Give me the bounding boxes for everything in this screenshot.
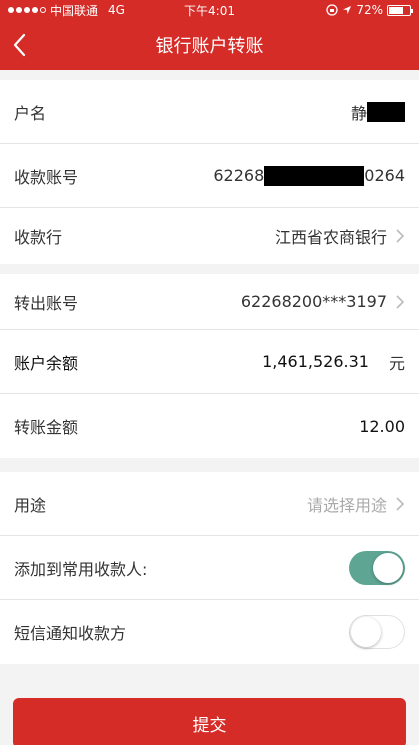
add-contact-toggle[interactable]: [349, 550, 405, 585]
network-label: 4G: [108, 3, 125, 17]
account-name-text: 静: [350, 103, 367, 123]
account-name-row: 户名 静: [0, 80, 419, 144]
battery-percent: 72%: [356, 3, 383, 17]
submit-area: 提交: [0, 664, 419, 745]
purpose-placeholder: 请选择用途: [306, 495, 387, 515]
redaction-block: [367, 101, 405, 122]
amount-label: 转账金额: [14, 418, 79, 437]
payee-bank-label: 收款行: [14, 228, 63, 247]
status-left: 中国联通 4G: [8, 2, 125, 19]
submit-button[interactable]: 提交: [13, 698, 406, 745]
from-account-label: 转出账号: [14, 293, 79, 313]
amount-row[interactable]: 转账金额 12.00: [0, 394, 419, 458]
payee-account-label: 收款账号: [14, 167, 79, 187]
balance-amount: 1,461,526.31: [262, 352, 369, 371]
purpose-select[interactable]: 请选择用途: [307, 492, 405, 516]
location-icon: [343, 6, 352, 14]
from-account-value: 62268200***3197: [241, 292, 405, 311]
page-title: 银行账户转账: [155, 36, 264, 57]
chevron-right-icon: [396, 496, 405, 511]
sms-notify-row: 短信通知收款方: [0, 600, 419, 664]
payee-bank-text: 江西省农商银行: [274, 228, 387, 247]
chevron-right-icon: [396, 229, 405, 243]
add-contact-label: 添加到常用收款人:: [14, 559, 148, 579]
from-account-text: 62268200***3197: [240, 292, 387, 311]
toggle-knob: [351, 616, 381, 647]
payee-bank-row[interactable]: 收款行 江西省农商银行: [0, 208, 419, 264]
account-name-label: 户名: [14, 103, 47, 123]
purpose-row[interactable]: 用途 请选择用途: [0, 472, 419, 536]
purpose-label: 用途: [14, 495, 47, 515]
payee-bank-value: 江西省农商银行: [275, 224, 405, 248]
nav-bar: 银行账户转账: [0, 20, 419, 70]
account-name-value: 静: [351, 100, 405, 124]
payee-account-value: 62268 0264: [213, 165, 405, 186]
balance-unit: 元: [388, 353, 405, 373]
lock-rotation-icon: [326, 4, 338, 16]
payee-account-start: 62268: [213, 166, 265, 185]
sms-notify-toggle[interactable]: [349, 615, 405, 649]
toggle-knob: [373, 552, 403, 583]
from-account-row[interactable]: 转出账号 62268200***3197: [0, 274, 419, 330]
signal-icon: [8, 7, 46, 13]
payee-account-row: 收款账号 62268 0264: [0, 144, 419, 208]
amount-input[interactable]: 12.00: [359, 417, 405, 436]
back-button[interactable]: [12, 20, 42, 70]
status-right: 72%: [326, 3, 413, 17]
payee-account-end: 0264: [364, 166, 405, 185]
sms-notify-label: 短信通知收款方: [14, 624, 127, 643]
status-bar: 中国联通 4G 下午4:01 72%: [0, 0, 419, 20]
options-group: 用途 请选择用途 添加到常用收款人: 短信通知收款方: [0, 472, 419, 664]
balance-value: 1,461,526.31 元: [262, 350, 405, 374]
balance-row: 账户余额 1,461,526.31 元: [0, 330, 419, 394]
transfer-group: 转出账号 62268200***3197 账户余额 1,461,526.31 元…: [0, 274, 419, 458]
back-chevron-icon: [13, 33, 26, 57]
carrier-label: 中国联通: [50, 3, 99, 18]
balance-label: 账户余额: [14, 353, 79, 373]
payee-group: 户名 静 收款账号 62268 0264 收款行 江西省农商银行: [0, 80, 419, 264]
chevron-right-icon: [396, 294, 405, 309]
battery-icon: [387, 4, 413, 16]
add-contact-row: 添加到常用收款人:: [0, 536, 419, 600]
redaction-block: [264, 165, 365, 186]
